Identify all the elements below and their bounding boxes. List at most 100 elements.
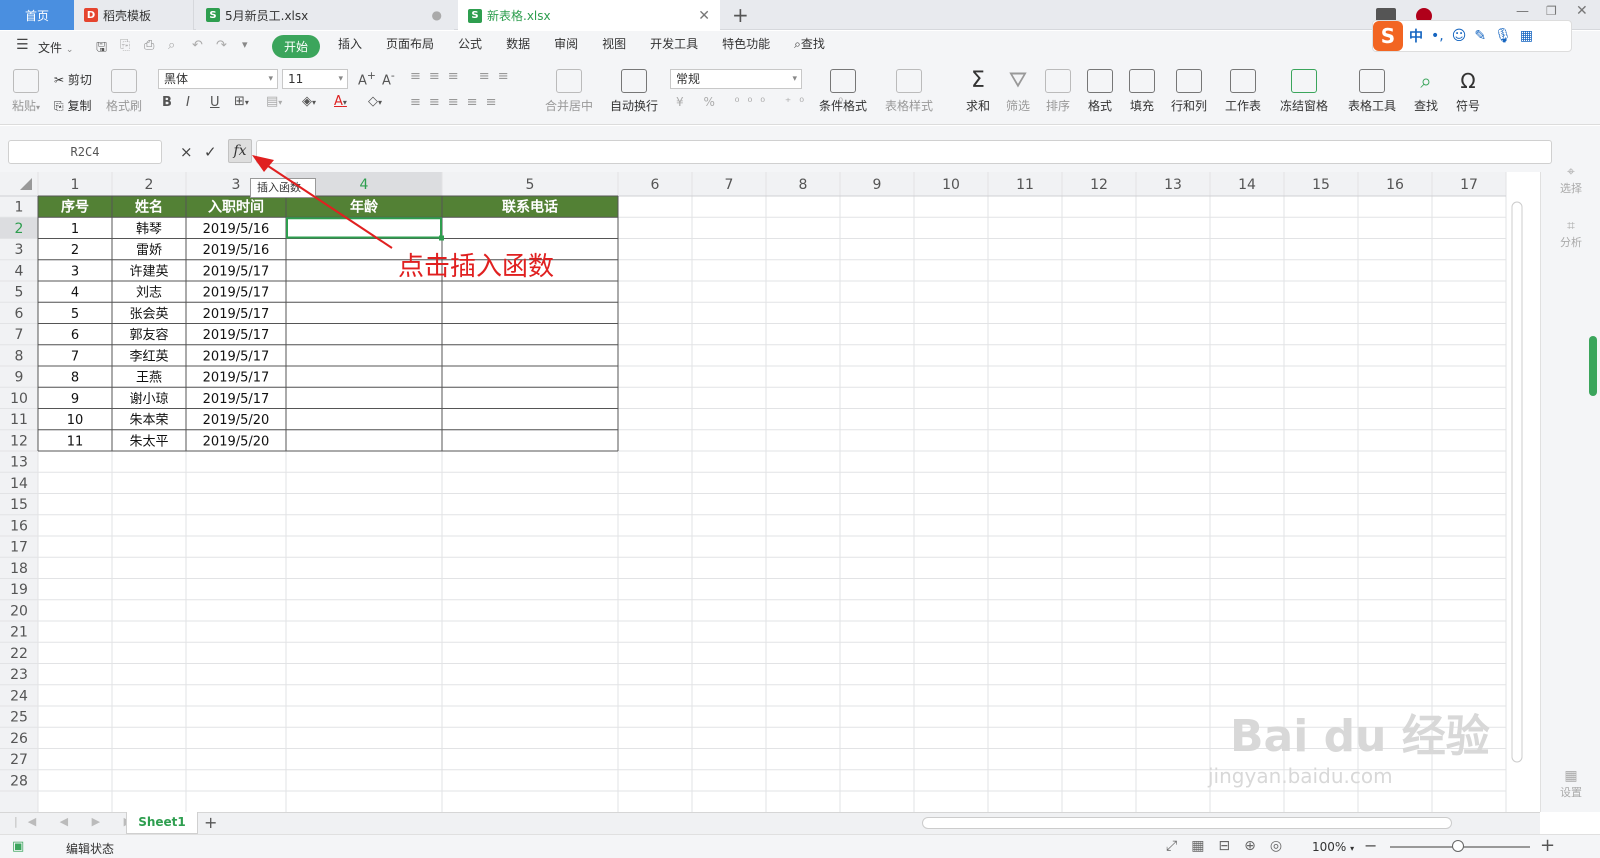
print-icon[interactable]: ⎙ [144, 38, 154, 53]
row-header: 2 [15, 221, 24, 237]
table-style-button[interactable]: 表格样式 [880, 69, 938, 114]
worksheet-button[interactable]: 工作表 [1220, 69, 1266, 114]
table-tools-button[interactable]: 表格工具 [1342, 69, 1402, 114]
close-tab-icon[interactable]: ✕ [698, 8, 710, 24]
font-name-select[interactable]: 黑体 ▾ [158, 69, 278, 89]
rows-cols-button[interactable]: 行和列 [1166, 69, 1212, 114]
export-icon[interactable]: ⎘ [120, 38, 130, 53]
vertical-align-icons[interactable]: ≡≡≡ ≡≡ [410, 69, 517, 84]
horizontal-scrollbar[interactable] [922, 817, 1452, 829]
formula-input[interactable] [256, 140, 1552, 164]
file-menu[interactable]: 文件 ⌄ [38, 39, 73, 56]
quick-access-dropdown-icon[interactable]: ▾ [242, 38, 248, 51]
sheet-tab-sheet1[interactable]: Sheet1 [126, 812, 198, 834]
panel-slider-handle[interactable] [1589, 336, 1597, 396]
increase-font-icon[interactable]: A+ [358, 69, 376, 88]
menu-tab-data[interactable]: 数据 [506, 35, 530, 58]
symbol-button[interactable]: Ω 符号 [1450, 69, 1486, 114]
zoom-slider-knob[interactable] [1452, 840, 1464, 852]
redo-icon[interactable]: ↷ [216, 38, 227, 53]
menu-tab-formulas[interactable]: 公式 [458, 35, 482, 58]
menu-search[interactable]: ⌕查找 [794, 35, 825, 58]
merge-center-button[interactable]: 合并居中 [540, 69, 598, 114]
font-size-select[interactable]: 11 ▾ [282, 69, 348, 89]
tab-label: 新表格.xlsx [487, 9, 551, 23]
ime-language-toggle[interactable]: 中 [1409, 26, 1423, 46]
add-sheet-button[interactable]: + [204, 813, 217, 832]
sort-button[interactable]: 排序 [1040, 69, 1076, 114]
microphone-icon[interactable]: 🎙 [1494, 28, 1512, 44]
zoom-out-icon[interactable]: − [1364, 836, 1377, 855]
freeze-panes-button[interactable]: 冻结窗格 [1274, 69, 1334, 114]
menu-tab-special[interactable]: 特色功能 [722, 35, 770, 58]
column-header: 5 [526, 177, 535, 193]
cut-button[interactable]: ✂ 剪切 [54, 71, 92, 88]
sum-button[interactable]: Σ 求和 [960, 69, 996, 114]
bold-icon[interactable]: B [162, 95, 172, 110]
zoom-in-icon[interactable]: + [1540, 835, 1555, 856]
name-box[interactable]: R2C4 [8, 140, 162, 164]
emoji-icon[interactable]: ☺ [1452, 28, 1467, 44]
row-header: 9 [15, 370, 24, 386]
table-cell: 2019/5/16 [203, 243, 270, 258]
punctuation-icon[interactable]: •, [1431, 28, 1444, 44]
border-icon[interactable]: ⊞▾ [234, 94, 249, 109]
minimize-icon[interactable]: — [1516, 4, 1529, 19]
font-name-value: 黑体 [164, 72, 189, 86]
settings-label: 设置 [1560, 786, 1582, 799]
horizontal-align-icons[interactable]: ≡≡≡≡≡ [410, 95, 504, 110]
underline-icon[interactable]: U [210, 95, 220, 110]
save-icon[interactable]: 🖫 [96, 38, 107, 60]
cancel-icon[interactable]: × [180, 143, 193, 161]
number-format-select[interactable]: 常规 ▾ [670, 69, 802, 89]
watermark-brand: Bai du 经验 [1230, 711, 1490, 762]
menu-tab-home[interactable]: 开始 [272, 35, 321, 58]
settings-tool[interactable]: ▦ 设置 [1541, 768, 1600, 800]
print-preview-icon[interactable]: ⌕ [168, 38, 175, 53]
fill-button[interactable]: 填充 [1124, 69, 1160, 114]
undo-icon[interactable]: ↶ [192, 38, 203, 53]
analyze-tool[interactable]: ⌗ 分析 [1541, 218, 1600, 250]
macro-record-icon[interactable]: ▣ [12, 839, 24, 854]
table-cell: 6 [71, 328, 79, 343]
sogou-logo-icon[interactable]: S [1373, 21, 1403, 51]
view-mode-icons[interactable]: ⤢▦⊟⊕◎ [1166, 838, 1296, 854]
find-button[interactable]: ⌕ 查找 [1408, 69, 1444, 114]
menu-tab-review[interactable]: 审阅 [554, 35, 578, 58]
format-painter-button[interactable]: 格式刷 [106, 69, 142, 114]
cell-style-icon[interactable]: ▤▾ [266, 94, 282, 109]
italic-icon[interactable]: I [186, 95, 190, 110]
copy-button[interactable]: ⎘ 复制 [54, 97, 91, 114]
vertical-scrollbar [1511, 201, 1523, 763]
clear-format-icon[interactable]: ◇▾ [368, 94, 382, 109]
zoom-level[interactable]: 100% ▾ [1312, 840, 1354, 854]
column-header: 8 [799, 177, 808, 193]
decrease-font-icon[interactable]: A- [382, 69, 395, 88]
wrap-text-button[interactable]: 自动换行 [606, 69, 662, 114]
table-cell: 2019/5/17 [203, 371, 270, 386]
menu-tab-view[interactable]: 视图 [602, 35, 626, 58]
fill-color-icon[interactable]: ◈▾ [302, 94, 316, 109]
new-tab-button[interactable]: + [732, 3, 749, 27]
close-window-icon[interactable]: ✕ [1576, 3, 1588, 19]
filter-button[interactable]: ⛛ 筛选 [1000, 69, 1036, 114]
insert-function-button[interactable]: fx [228, 139, 252, 163]
row-header: 20 [10, 603, 28, 619]
font-color-icon[interactable]: A▾ [334, 94, 347, 109]
tab-home[interactable]: 首页 [0, 0, 74, 30]
select-tool[interactable]: ⌖ 选择 [1541, 164, 1600, 196]
toolbox-icon[interactable]: ▦ [1520, 28, 1533, 44]
menu-tab-page-layout[interactable]: 页面布局 [386, 35, 434, 58]
paste-button[interactable]: 粘贴▾ [10, 69, 42, 114]
menu-tab-insert[interactable]: 插入 [338, 35, 362, 58]
confirm-icon[interactable]: ✓ [204, 143, 217, 161]
pen-icon[interactable]: ✎ [1474, 28, 1486, 44]
menu-tab-developer[interactable]: 开发工具 [650, 35, 698, 58]
restore-icon[interactable]: ❐ [1546, 4, 1557, 18]
tab-docer-templates[interactable]: D 稻壳模板 [74, 0, 194, 30]
tab-new-workbook[interactable]: S 新表格.xlsx ✕ [458, 0, 720, 31]
hamburger-icon[interactable]: ☰ [16, 37, 29, 53]
format-button[interactable]: 格式 [1082, 69, 1118, 114]
tab-may-new-staff[interactable]: S 5月新员工.xlsx ● [196, 0, 454, 30]
conditional-format-button[interactable]: 条件格式 [814, 69, 872, 114]
